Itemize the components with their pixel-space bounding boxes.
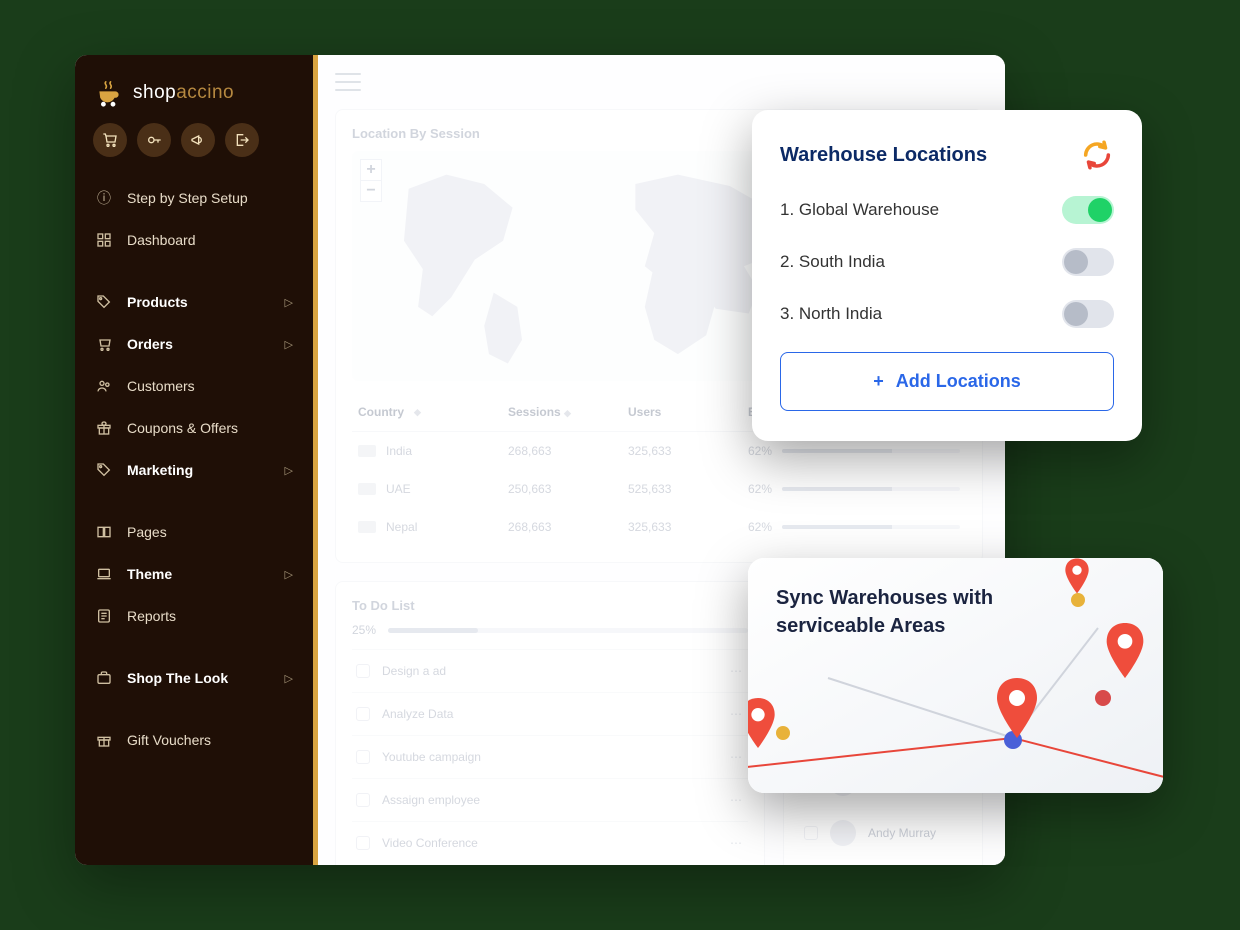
flag-icon — [358, 521, 376, 533]
quick-key-button[interactable] — [137, 123, 171, 157]
checkbox[interactable] — [356, 750, 370, 764]
nav-marketing[interactable]: Marketing▷ — [75, 449, 313, 491]
logo-cup-icon — [93, 77, 125, 109]
nav-dashboard[interactable]: Dashboard — [75, 219, 313, 261]
chevron-right-icon: ▷ — [285, 568, 293, 581]
card-title: To Do List — [352, 598, 748, 613]
checkbox[interactable] — [356, 793, 370, 807]
add-locations-button[interactable]: + Add Locations — [780, 352, 1114, 411]
tag-icon — [95, 461, 113, 479]
info-icon: ⓘ — [95, 189, 113, 207]
users-icon — [95, 377, 113, 395]
more-icon[interactable]: ⋯ — [730, 707, 744, 721]
sync-title: Sync Warehouses with serviceable Areas — [776, 584, 1006, 640]
checkbox[interactable] — [356, 836, 370, 850]
nav-reports[interactable]: Reports — [75, 595, 313, 637]
gift-icon — [95, 419, 113, 437]
chevron-right-icon: ▷ — [285, 464, 293, 477]
warehouse-locations-card: Warehouse Locations 1. Global Warehouse … — [752, 110, 1142, 441]
warehouse-toggle[interactable] — [1062, 248, 1114, 276]
warehouse-toggle[interactable] — [1062, 300, 1114, 328]
cart-icon — [95, 335, 113, 353]
todo-item[interactable]: Design a ad⋯ — [352, 649, 748, 692]
warehouse-item: 3. North India — [780, 300, 1114, 328]
nav-customers[interactable]: Customers — [75, 365, 313, 407]
flag-icon — [358, 483, 376, 495]
more-icon[interactable]: ⋯ — [730, 664, 744, 678]
table-row: Nepal 268,663 325,633 62% — [352, 508, 966, 546]
brand-logo[interactable]: shopaccino — [75, 55, 313, 123]
chevron-right-icon: ▷ — [285, 338, 293, 351]
warehouse-toggle[interactable] — [1062, 196, 1114, 224]
nav-pages[interactable]: Pages — [75, 511, 313, 553]
warehouse-item: 1. Global Warehouse — [780, 196, 1114, 224]
todo-card: To Do List 25% Design a ad⋯ Analyze Data… — [335, 581, 765, 865]
checkbox[interactable] — [356, 664, 370, 678]
map-pin-icon — [1063, 558, 1091, 594]
key-icon — [146, 132, 162, 148]
col-country[interactable]: Country — [358, 405, 404, 419]
todo-item[interactable]: Video Conference⋯ — [352, 821, 748, 864]
flag-icon — [358, 445, 376, 457]
checkbox[interactable] — [356, 707, 370, 721]
map-pin-icon — [748, 698, 778, 748]
sync-icon[interactable] — [1080, 138, 1114, 172]
chevron-right-icon: ▷ — [285, 296, 293, 309]
todo-item[interactable]: Analyze Data⋯ — [352, 692, 748, 735]
quick-actions — [75, 123, 313, 171]
gift-icon — [95, 731, 113, 749]
nav-setup[interactable]: ⓘStep by Step Setup — [75, 177, 313, 219]
list-icon — [95, 607, 113, 625]
map-pin-icon — [993, 678, 1041, 738]
brand-name: shopaccino — [133, 82, 234, 104]
briefcase-icon — [95, 669, 113, 687]
table-row: UAE 250,663 525,633 62% — [352, 470, 966, 508]
more-icon[interactable]: ⋯ — [730, 793, 744, 807]
nav-menu: ⓘStep by Step Setup Dashboard Products▷ … — [75, 171, 313, 767]
warehouse-item: 2. South India — [780, 248, 1114, 276]
chevron-right-icon: ▷ — [285, 672, 293, 685]
contact-item[interactable]: Andy Murray — [800, 808, 966, 858]
tag-icon — [95, 293, 113, 311]
todo-item[interactable]: Assaign employee⋯ — [352, 778, 748, 821]
sidebar-accent-strip — [313, 55, 318, 865]
menu-toggle-button[interactable] — [335, 73, 361, 91]
checkbox[interactable] — [804, 826, 818, 840]
more-icon[interactable]: ⋯ — [730, 836, 744, 850]
nav-theme[interactable]: Theme▷ — [75, 553, 313, 595]
nav-shopthelook[interactable]: Shop The Look▷ — [75, 657, 313, 699]
laptop-icon — [95, 565, 113, 583]
nav-giftvouchers[interactable]: Gift Vouchers — [75, 719, 313, 761]
todo-item[interactable]: Youtube campaign⋯ — [352, 735, 748, 778]
sync-warehouses-card: Sync Warehouses with serviceable Areas — [748, 558, 1163, 793]
grid-icon — [95, 231, 113, 249]
logout-icon — [234, 132, 250, 148]
plus-icon: + — [873, 371, 884, 392]
book-icon — [95, 523, 113, 541]
map-pin-icon — [1103, 623, 1147, 678]
col-sessions[interactable]: Sessions — [508, 405, 561, 419]
col-users[interactable]: Users — [628, 405, 661, 419]
todo-progress: 25% — [352, 623, 748, 637]
warehouse-title: Warehouse Locations — [780, 144, 987, 167]
nav-orders[interactable]: Orders▷ — [75, 323, 313, 365]
more-icon[interactable]: ⋯ — [730, 750, 744, 764]
nav-coupons[interactable]: Coupons & Offers — [75, 407, 313, 449]
sidebar: shopaccino ⓘStep by Step Setup Dashboard… — [75, 55, 313, 865]
quick-cart-button[interactable] — [93, 123, 127, 157]
avatar — [830, 820, 856, 846]
cart-icon — [102, 132, 118, 148]
quick-exit-button[interactable] — [225, 123, 259, 157]
nav-products[interactable]: Products▷ — [75, 281, 313, 323]
quick-announce-button[interactable] — [181, 123, 215, 157]
megaphone-icon — [190, 132, 206, 148]
